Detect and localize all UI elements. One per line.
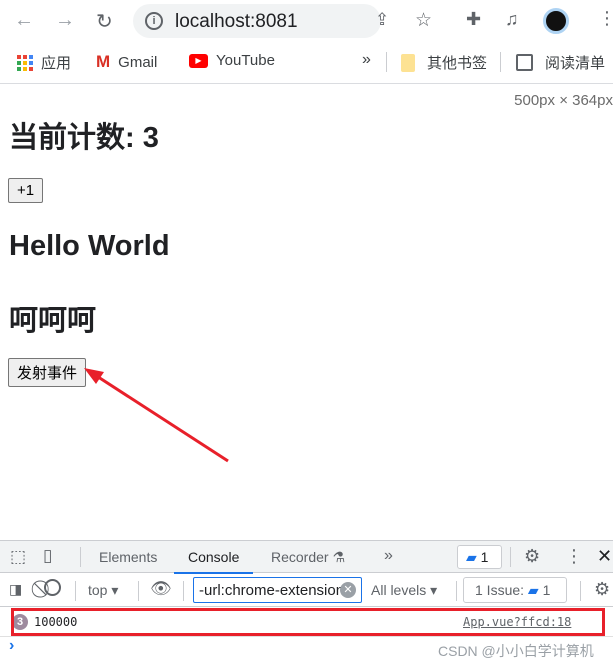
log-levels-select[interactable]: All levels ▾ <box>371 582 437 599</box>
site-info-icon[interactable]: i <box>145 12 163 30</box>
reading-list[interactable]: 阅读清单 <box>516 52 605 73</box>
message-icon: ▰ <box>466 549 477 565</box>
reading-list-icon <box>516 54 533 71</box>
issues-count: 1 <box>542 582 551 598</box>
messages-count: 1 <box>480 549 489 565</box>
more-tabs[interactable]: » <box>384 547 393 565</box>
bookmark-star-icon[interactable]: ☆ <box>415 9 432 32</box>
bookmarks-overflow[interactable]: » <box>362 51 371 69</box>
address-bar[interactable]: i localhost:8081 ⇪ ☆ <box>133 4 432 38</box>
bookmark-apps[interactable]: 应用 <box>17 52 71 73</box>
divider <box>500 52 501 72</box>
device-toolbar-icon[interactable]: ▯ <box>43 546 52 566</box>
more-options-icon[interactable]: ⋮ <box>565 546 583 567</box>
bookmark-label: 应用 <box>41 55 72 72</box>
divider <box>386 52 387 72</box>
filter-input[interactable]: -url:chrome-extension <box>193 577 362 603</box>
inspect-element-icon[interactable]: ⬚ <box>10 547 26 567</box>
clear-console-icon[interactable] <box>44 579 61 596</box>
context-select[interactable]: top ▾ <box>88 582 118 599</box>
page-content: 500px × 364px 当前计数: 3 +1 Hello World 呵呵呵… <box>0 84 613 540</box>
bookmark-gmail[interactable]: M Gmail <box>96 52 157 72</box>
annotation-arrow <box>84 368 229 463</box>
divider <box>80 547 81 567</box>
devtools-panel: ⬚ ▯ Elements Console Recorder ⚗ » ▰ 1 ⚙ … <box>0 540 613 665</box>
console-toolbar: ◨ ⃠ top ▾ 👁 -url:chrome-extension ✕ All … <box>0 574 613 607</box>
settings-icon[interactable]: ⚙ <box>524 546 540 567</box>
other-bookmarks-label: 其他书签 <box>427 55 488 72</box>
divider <box>510 547 511 567</box>
divider <box>138 581 139 601</box>
divider <box>580 581 581 601</box>
tab-recorder[interactable]: Recorder ⚗ <box>271 549 345 566</box>
flask-icon: ⚗ <box>332 549 346 565</box>
url-text[interactable]: localhost:8081 <box>175 11 298 33</box>
messages-badge[interactable]: ▰ 1 <box>457 545 502 569</box>
back-icon[interactable]: ← <box>14 9 34 32</box>
other-bookmarks[interactable]: 其他书签 <box>401 52 487 73</box>
reading-list-label: 阅读清单 <box>545 55 606 72</box>
extensions-icon[interactable]: ✚ <box>466 9 481 30</box>
log-levels-value: All levels <box>371 582 427 598</box>
forward-icon[interactable]: → <box>55 9 75 32</box>
issues-label: 1 Issue: <box>475 582 525 598</box>
close-devtools-icon[interactable]: ✕ <box>597 546 612 567</box>
profile-avatar[interactable] <box>543 8 569 34</box>
tab-elements[interactable]: Elements <box>99 549 157 565</box>
youtube-icon: ▶ <box>189 53 208 68</box>
tab-console[interactable]: Console <box>174 549 254 574</box>
tab-recorder-label: Recorder <box>271 549 329 565</box>
menu-icon[interactable]: ⋮ <box>598 8 613 29</box>
browser-toolbar: ← → ↻ i localhost:8081 ⇪ ☆ ✚ ♫ ⋮ <box>0 0 613 42</box>
share-icon[interactable]: ⇪ <box>375 10 389 30</box>
folder-icon <box>401 53 415 72</box>
live-expression-eye-icon[interactable]: 👁 <box>150 579 172 599</box>
context-value: top <box>88 582 108 598</box>
filter-value: -url:chrome-extension <box>199 582 345 599</box>
console-prompt[interactable]: › <box>9 637 14 655</box>
media-icon[interactable]: ♫ <box>505 9 519 30</box>
apps-grid-icon <box>17 54 33 71</box>
console-settings-icon[interactable]: ⚙ <box>594 579 610 600</box>
bookmark-label: Gmail <box>118 53 158 71</box>
divider <box>183 581 184 601</box>
watermark: CSDN @小小白学计算机 <box>438 643 594 659</box>
divider <box>75 581 76 601</box>
reload-icon[interactable]: ↻ <box>96 9 113 34</box>
devtools-tabs: ⬚ ▯ Elements Console Recorder ⚗ » ▰ 1 ⚙ … <box>0 541 613 574</box>
clear-filter-icon[interactable]: ✕ <box>340 582 356 598</box>
issue-icon: ▰ <box>527 582 539 598</box>
bookmark-youtube[interactable]: ▶ YouTube <box>189 52 275 69</box>
sidebar-toggle-icon[interactable]: ◨ <box>9 581 22 598</box>
bookmark-label: YouTube <box>216 52 275 69</box>
bookmarks-bar: 应用 M Gmail ▶ YouTube » 其他书签 阅读清单 <box>0 42 613 84</box>
gmail-icon: M <box>96 52 111 71</box>
annotation-highlight-box <box>11 608 605 636</box>
divider <box>456 581 457 601</box>
issues-button[interactable]: 1 Issue: ▰ 1 <box>463 577 567 603</box>
